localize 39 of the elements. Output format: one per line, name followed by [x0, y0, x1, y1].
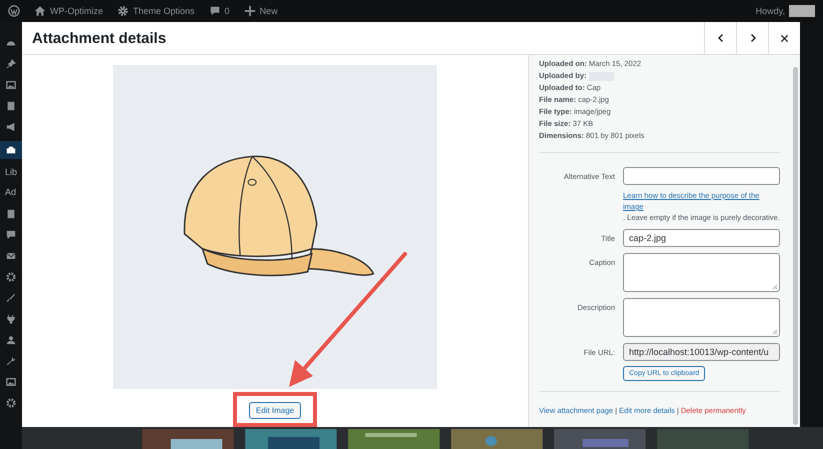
menu-icon	[6, 356, 16, 366]
close-icon	[780, 34, 789, 42]
menu-icon	[6, 334, 16, 344]
menu-icon	[6, 272, 16, 282]
text-area[interactable]	[623, 253, 780, 292]
submenu-item[interactable]: Ad	[0, 187, 22, 199]
url-field[interactable]: http://localhost:10013/wp-content/u	[623, 343, 780, 361]
menu-icon	[6, 376, 16, 386]
menu-icon	[6, 58, 16, 68]
admin-bar-item[interactable]: Theme Options	[117, 5, 195, 17]
gear-icon	[117, 5, 130, 17]
menu-icon	[6, 122, 16, 132]
speech-bubble-icon	[208, 5, 221, 17]
menu-icon	[6, 145, 16, 155]
menu-icon	[6, 398, 16, 408]
admin-bar-item[interactable]: WP-Optimize	[34, 5, 104, 17]
menu-icon	[6, 250, 16, 260]
home-icon	[34, 5, 46, 17]
resize-grip-icon	[772, 284, 778, 290]
menu-icon	[6, 292, 16, 302]
input-field[interactable]: cap-2.jpg	[623, 229, 780, 247]
text-area[interactable]	[623, 298, 780, 337]
resize-grip-icon	[772, 329, 778, 335]
menu-icon	[6, 314, 16, 324]
plus-icon	[244, 5, 256, 17]
admin-bar-item[interactable]: New	[244, 5, 278, 17]
dialog-title: Attachment details	[32, 30, 168, 46]
admin-bar-item[interactable]: 0	[208, 5, 230, 17]
wordpress-logo-icon[interactable]	[8, 5, 20, 17]
menu-icon	[6, 80, 16, 90]
input-field[interactable]	[623, 167, 780, 185]
edit-image-button[interactable]: Edit Image	[248, 402, 302, 419]
chevron-left-icon	[716, 33, 726, 43]
sidebar-item[interactable]	[0, 141, 22, 159]
menu-icon	[6, 208, 16, 218]
greeting-text[interactable]: Howdy,	[756, 6, 785, 16]
menu-icon	[6, 100, 16, 110]
submenu-item[interactable]: Lib	[0, 167, 22, 179]
menu-icon	[6, 230, 16, 240]
